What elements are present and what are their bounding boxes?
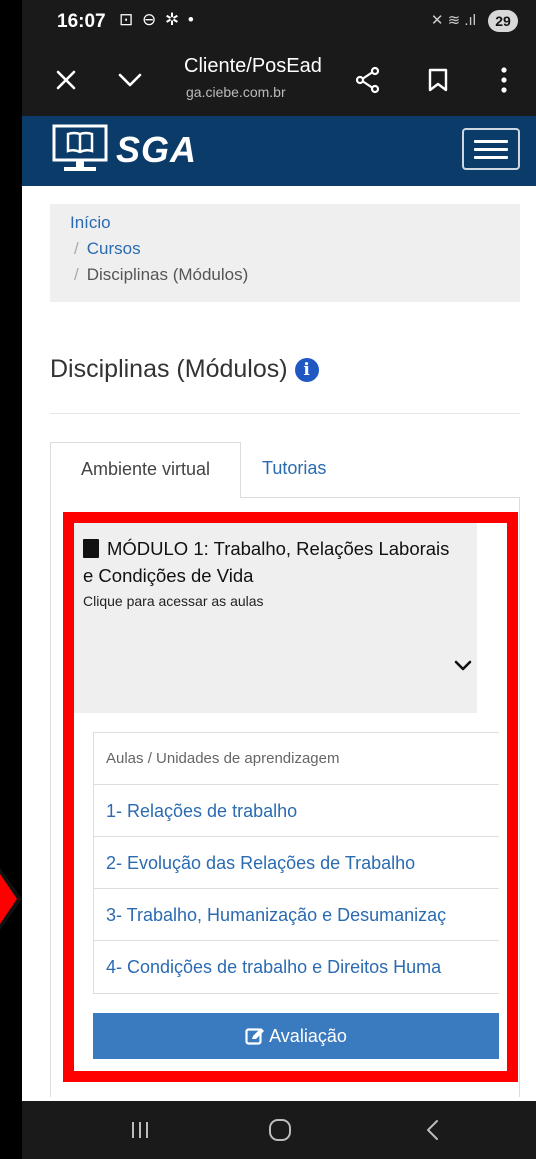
info-icon[interactable]: i — [294, 357, 319, 382]
browser-toolbar: Cliente/PosEad ga.ciebe.com.br — [22, 44, 536, 116]
breadcrumb-separator: / — [74, 239, 79, 258]
page-title: Disciplinas (Módulos) i — [50, 355, 319, 384]
menu-toggle-button[interactable] — [462, 128, 520, 170]
system-nav-bar — [22, 1101, 536, 1159]
arrow-pointer-icon — [0, 868, 22, 930]
page-title-text: Disciplinas (Módulos) — [50, 355, 288, 383]
home-icon[interactable] — [250, 1109, 310, 1151]
hamburger-bar — [474, 139, 508, 143]
status-time: 16:07 — [57, 11, 106, 32]
site-header: SGA — [22, 116, 536, 186]
breadcrumb-home-link[interactable]: Início — [70, 213, 111, 232]
tab-bar: Ambiente virtual Tutorias — [50, 442, 520, 498]
screen: 16:07 ⊡ ⊖ ✲ • ✕ ≋ .ıl 29 Cliente/PosEad … — [22, 0, 536, 1159]
tab-tutorials[interactable]: Tutorias — [242, 442, 346, 498]
recent-apps-icon[interactable] — [110, 1109, 170, 1151]
breadcrumb-separator: / — [74, 265, 79, 284]
breadcrumb: Início / Cursos / Disciplinas (Módulos) — [50, 204, 520, 302]
browser-url[interactable]: ga.ciebe.com.br — [186, 84, 286, 100]
brand-name[interactable]: SGA — [116, 129, 197, 171]
hamburger-bar — [474, 147, 508, 151]
share-icon[interactable] — [350, 62, 386, 98]
tab-virtual-environment[interactable]: Ambiente virtual — [50, 442, 241, 498]
logo-icon[interactable] — [52, 124, 108, 174]
back-icon[interactable] — [402, 1109, 462, 1151]
breadcrumb-current: Disciplinas (Módulos) — [86, 265, 249, 284]
close-icon[interactable] — [48, 62, 84, 98]
hamburger-bar — [474, 155, 508, 159]
signal-icons: ✕ ≋ .ıl — [430, 12, 476, 29]
chevron-down-icon[interactable] — [112, 62, 148, 98]
battery-icon: 29 — [488, 10, 518, 32]
notification-icons: ⊡ ⊖ ✲ • — [119, 10, 196, 29]
bookmark-icon[interactable] — [420, 62, 456, 98]
breadcrumb-courses-link[interactable]: Cursos — [87, 239, 141, 258]
status-bar: 16:07 ⊡ ⊖ ✲ • ✕ ≋ .ıl 29 — [22, 0, 536, 44]
more-vertical-icon[interactable] — [486, 62, 522, 98]
browser-page-title: Cliente/PosEad — [184, 55, 322, 77]
highlight-frame — [63, 512, 518, 1082]
divider — [50, 413, 520, 414]
